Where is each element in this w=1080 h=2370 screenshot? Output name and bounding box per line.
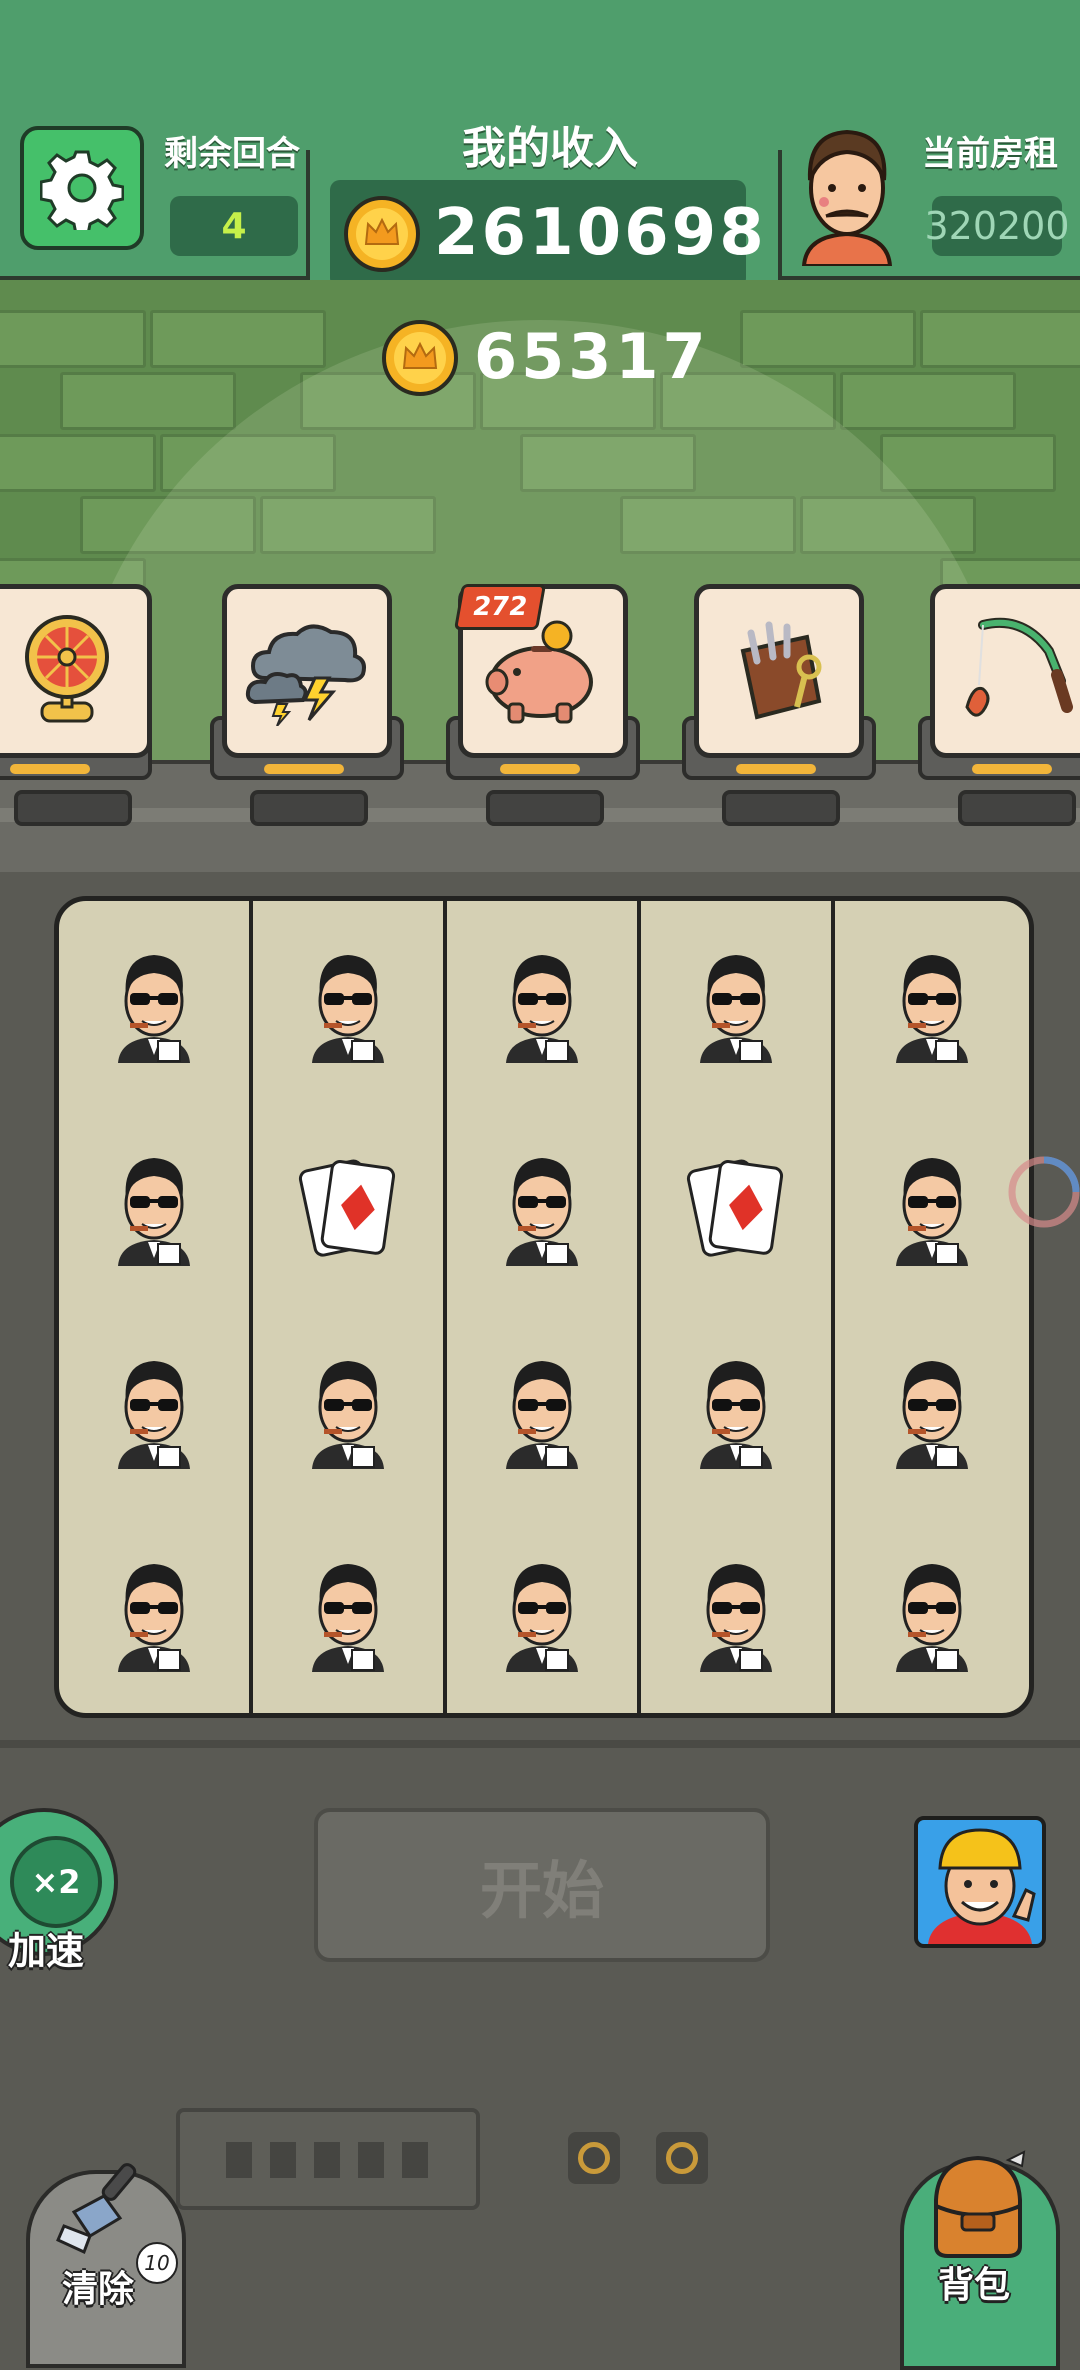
backpack-icon bbox=[934, 2150, 1026, 2258]
machine-knob bbox=[656, 2132, 708, 2184]
landlord-avatar bbox=[801, 129, 893, 266]
fan-icon bbox=[25, 615, 109, 723]
stand-foot bbox=[486, 790, 604, 826]
board-column bbox=[835, 901, 1029, 1713]
rounds-label: 剩余回合 bbox=[164, 134, 300, 174]
slot-cell bbox=[59, 1510, 249, 1713]
slot-cell bbox=[253, 901, 443, 1104]
coin-icon bbox=[344, 196, 420, 272]
storm-cloud-icon bbox=[245, 624, 366, 726]
slot-board bbox=[54, 896, 1034, 1718]
clear-count: 10 bbox=[136, 2242, 178, 2284]
slot-cell bbox=[447, 1510, 637, 1713]
gear-icon bbox=[40, 150, 124, 230]
gangster-icon bbox=[700, 954, 772, 1063]
gangster-icon bbox=[312, 954, 384, 1063]
gangster-icon bbox=[506, 954, 578, 1063]
stand-foot bbox=[722, 790, 840, 826]
board-column bbox=[59, 901, 253, 1713]
slot-cell bbox=[59, 901, 249, 1104]
brush-icon bbox=[56, 2163, 137, 2255]
stand-foot bbox=[250, 790, 368, 826]
stand-foot bbox=[14, 790, 132, 826]
board-column bbox=[447, 901, 641, 1713]
gangster-icon bbox=[506, 1563, 578, 1672]
speed-badge: ×2 bbox=[10, 1836, 102, 1928]
gangster-icon bbox=[700, 1563, 772, 1672]
piggy-bank-icon bbox=[485, 620, 593, 724]
slot-cell bbox=[447, 901, 637, 1104]
stand-light bbox=[264, 764, 344, 774]
slot-cell bbox=[253, 1104, 443, 1307]
machine-knob bbox=[568, 2132, 620, 2184]
gangster-icon bbox=[118, 954, 190, 1063]
gangster-icon bbox=[312, 1360, 384, 1469]
playing-cards-icon bbox=[298, 1159, 396, 1257]
item-card-fishing-rod[interactable] bbox=[930, 584, 1080, 758]
playing-cards-icon bbox=[686, 1159, 784, 1257]
item-card-storm[interactable] bbox=[222, 584, 392, 758]
slot-cell bbox=[641, 1307, 831, 1510]
machine-slot bbox=[358, 2142, 384, 2178]
board-column bbox=[253, 901, 447, 1713]
stand-light bbox=[972, 764, 1052, 774]
bonus-coin-icon bbox=[382, 320, 458, 396]
stand-light bbox=[736, 764, 816, 774]
stand-light bbox=[500, 764, 580, 774]
worker-avatar-icon bbox=[928, 1828, 1036, 1944]
item-card-tool-bag[interactable] bbox=[694, 584, 864, 758]
gangster-icon bbox=[896, 1157, 968, 1266]
piggy-bank-badge: 272 bbox=[453, 584, 547, 630]
slot-cell bbox=[835, 901, 1029, 1104]
loading-ring-icon bbox=[1008, 1156, 1080, 1228]
rent-label: 当前房租 bbox=[922, 134, 1058, 174]
gangster-icon bbox=[312, 1563, 384, 1672]
slot-cell bbox=[641, 901, 831, 1104]
gangster-icon bbox=[896, 954, 968, 1063]
slot-cell bbox=[59, 1104, 249, 1307]
slot-cell bbox=[447, 1104, 637, 1307]
worker-button[interactable] bbox=[914, 1816, 1046, 1948]
gangster-icon bbox=[506, 1157, 578, 1266]
gangster-icon bbox=[896, 1563, 968, 1672]
gangster-icon bbox=[896, 1360, 968, 1469]
machine-slot bbox=[226, 2142, 252, 2178]
gangster-icon bbox=[118, 1360, 190, 1469]
machine-slot bbox=[314, 2142, 340, 2178]
income-label: 我的收入 bbox=[462, 123, 638, 174]
slot-cell bbox=[835, 1510, 1029, 1713]
bonus-value: 65317 bbox=[474, 320, 710, 393]
board-column bbox=[641, 901, 835, 1713]
floor-ledge bbox=[0, 1740, 1080, 1748]
settings-button[interactable] bbox=[20, 126, 144, 250]
slot-cell bbox=[641, 1104, 831, 1307]
machine-slot bbox=[270, 2142, 296, 2178]
speed-label: 加速 bbox=[8, 1929, 85, 1973]
rent-value: 320200 bbox=[924, 196, 1070, 256]
income-value: 2610698 bbox=[434, 196, 767, 270]
tool-bag-icon bbox=[740, 621, 822, 720]
item-card-fan[interactable] bbox=[0, 584, 152, 758]
gangster-icon bbox=[118, 1563, 190, 1672]
gangster-icon bbox=[506, 1360, 578, 1469]
stand-light bbox=[10, 764, 90, 774]
slot-cell bbox=[253, 1307, 443, 1510]
slot-cell bbox=[59, 1307, 249, 1510]
stand-foot bbox=[958, 790, 1076, 826]
machine-slot bbox=[402, 2142, 428, 2178]
gangster-icon bbox=[700, 1360, 772, 1469]
slot-cell bbox=[835, 1104, 1029, 1307]
slot-cell bbox=[641, 1510, 831, 1713]
rounds-value: 4 bbox=[170, 196, 298, 256]
piggy-bank-badge-value: 272 bbox=[470, 592, 530, 622]
start-button[interactable]: 开始 bbox=[314, 1808, 770, 1962]
slot-cell bbox=[835, 1307, 1029, 1510]
slot-cell bbox=[253, 1510, 443, 1713]
slot-cell bbox=[447, 1307, 637, 1510]
clear-label: 清除 bbox=[62, 2269, 135, 2310]
fishing-rod-icon bbox=[965, 617, 1073, 717]
gangster-icon bbox=[118, 1157, 190, 1266]
bag-label: 背包 bbox=[938, 2265, 1011, 2306]
